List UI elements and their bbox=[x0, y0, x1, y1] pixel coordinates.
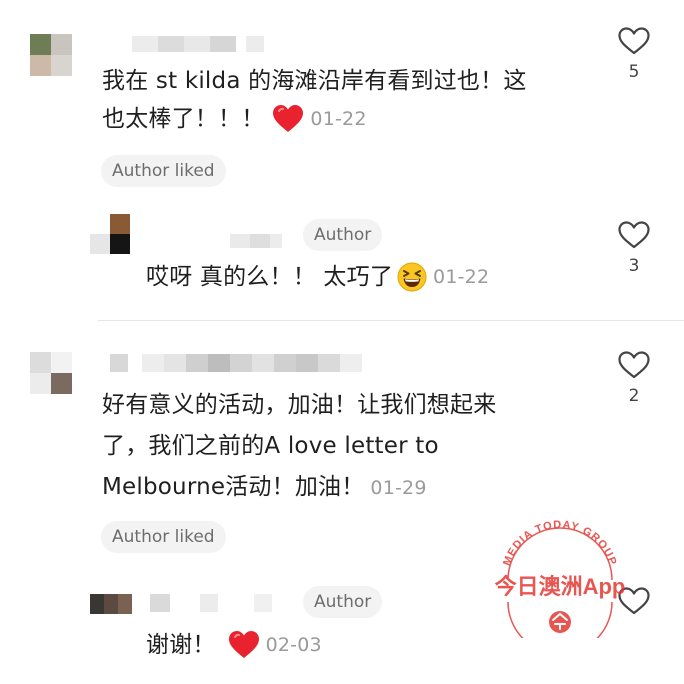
comment-line: 了，我们之前的A love letter to bbox=[102, 433, 439, 459]
reply-date: 02-03 bbox=[265, 634, 322, 656]
reply-date: 01-22 bbox=[433, 266, 490, 288]
author-liked-badge: Author liked bbox=[101, 155, 226, 187]
reply-text: 谢谢！ 02-03 bbox=[146, 626, 322, 664]
comment-line-text: 也太棒了！！！ bbox=[102, 106, 265, 132]
author-tag: Author bbox=[303, 586, 383, 618]
comment-text: 我在 st kilda 的海滩沿岸有看到过也！这 也太棒了！！！ 01-22 bbox=[102, 62, 592, 138]
watermark-brand: 今日澳洲App bbox=[495, 574, 626, 599]
like-count: 5 bbox=[628, 62, 640, 82]
reply-line-text: 谢谢！ bbox=[146, 632, 216, 658]
watermark-arc-text: MEDIA TODAY GROUP bbox=[501, 519, 618, 568]
red-heart-emoji-icon bbox=[228, 631, 259, 658]
reply-text: 哎呀 真的么！！ 太巧了 01-22 bbox=[146, 258, 489, 296]
author-tag: Author bbox=[303, 219, 383, 251]
divider bbox=[98, 320, 684, 321]
comment-line: 我在 st kilda 的海滩沿岸有看到过也！这 bbox=[102, 68, 527, 94]
comment-line-text: Melbourne活动！加油！ bbox=[102, 474, 365, 500]
comment-line: 好有意义的活动，加油！让我们想起来 bbox=[102, 392, 497, 418]
like-heart-icon[interactable] bbox=[617, 350, 651, 380]
username-obscured[interactable] bbox=[132, 36, 264, 52]
svg-text:MEDIA TODAY GROUP: MEDIA TODAY GROUP bbox=[501, 519, 619, 568]
comment-text: 好有意义的活动，加油！让我们想起来 了，我们之前的A love letter t… bbox=[102, 386, 592, 507]
username-obscured[interactable] bbox=[230, 234, 282, 248]
avatar[interactable] bbox=[30, 352, 72, 394]
comment-date: 01-29 bbox=[370, 477, 427, 499]
like-count: 2 bbox=[628, 386, 640, 406]
like-count: 3 bbox=[628, 256, 640, 276]
red-heart-emoji-icon bbox=[273, 105, 304, 132]
comment-date: 01-22 bbox=[310, 108, 367, 130]
comment-line: Melbourne活动！加油！ 01-29 bbox=[102, 468, 592, 507]
reply-line-text: 哎呀 真的么！！ 太巧了 bbox=[146, 264, 394, 290]
avatar[interactable] bbox=[30, 34, 72, 76]
like-heart-icon[interactable] bbox=[617, 26, 651, 56]
username-obscured[interactable] bbox=[150, 594, 272, 612]
username-obscured[interactable] bbox=[110, 354, 362, 372]
grinning-squinting-face-emoji-icon bbox=[397, 262, 427, 292]
like-heart-icon[interactable] bbox=[617, 220, 651, 250]
avatar[interactable] bbox=[90, 214, 130, 254]
comment-line: 也太棒了！！！ 01-22 bbox=[102, 100, 592, 138]
media-today-watermark: MEDIA TODAY GROUP 今日澳洲App bbox=[495, 519, 626, 638]
author-liked-badge: Author liked bbox=[101, 521, 226, 553]
avatar[interactable] bbox=[90, 594, 132, 614]
